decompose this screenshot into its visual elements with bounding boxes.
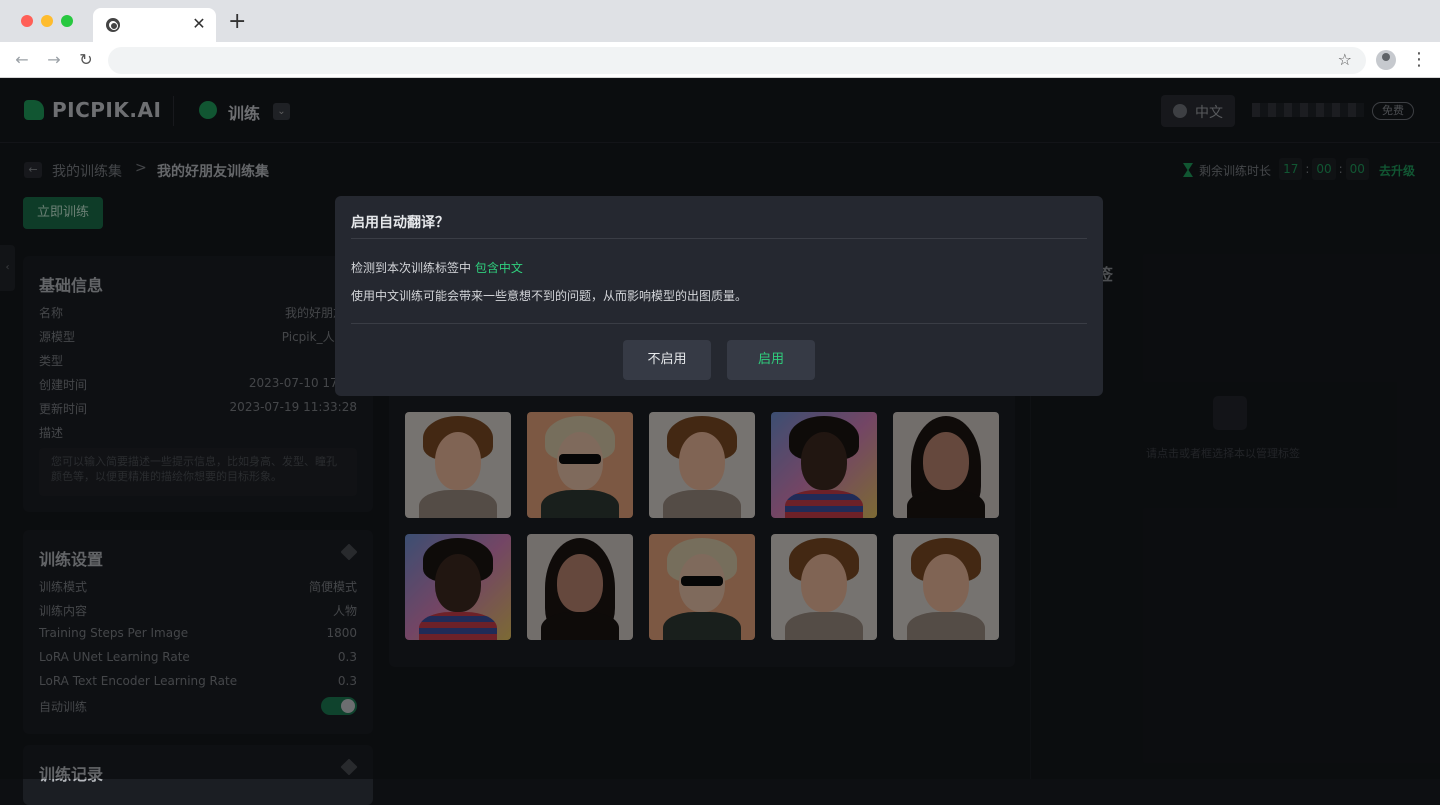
dialog-message-prefix: 检测到本次训练标签中 [351,261,472,275]
close-tab-icon[interactable]: ✕ [190,15,208,33]
back-icon[interactable]: ← [12,50,32,70]
address-bar[interactable]: ☆ [108,47,1366,74]
auto-translate-dialog: 启用自动翻译？ 检测到本次训练标签中 包含中文 使用中文训练可能会带来一些意想不… [335,196,1103,396]
maximize-window-dot[interactable] [61,15,73,27]
modal-overlay[interactable] [0,79,1440,779]
browser-tab[interactable]: ✕ [93,8,216,42]
new-tab-button[interactable]: + [228,11,246,33]
dialog-divider [351,238,1087,239]
dialog-divider [351,323,1087,324]
browser-menu-icon[interactable]: ⋮ [1410,48,1428,72]
profile-avatar-icon[interactable] [1376,50,1396,70]
dialog-message-2: 使用中文训练可能会带来一些意想不到的问题，从而影响模型的出图质量。 [351,289,748,303]
bookmark-star-icon[interactable]: ☆ [1338,50,1352,69]
dialog-title: 启用自动翻译？ [351,215,449,231]
browser-tabstrip: ✕ + [0,0,1440,42]
minimize-window-dot[interactable] [41,15,53,27]
chrome-favicon-icon [106,18,120,32]
close-window-dot[interactable] [21,15,33,27]
reload-icon[interactable]: ↻ [76,50,96,70]
disable-translate-button[interactable]: 不启用 [623,340,711,380]
dialog-message-1: 检测到本次训练标签中 包含中文 [351,259,523,276]
forward-icon[interactable]: → [44,50,64,70]
enable-translate-button[interactable]: 启用 [727,340,815,380]
browser-toolbar: ← → ↻ ☆ ⋮ [0,42,1440,78]
dialog-message-highlight: 包含中文 [474,261,523,275]
